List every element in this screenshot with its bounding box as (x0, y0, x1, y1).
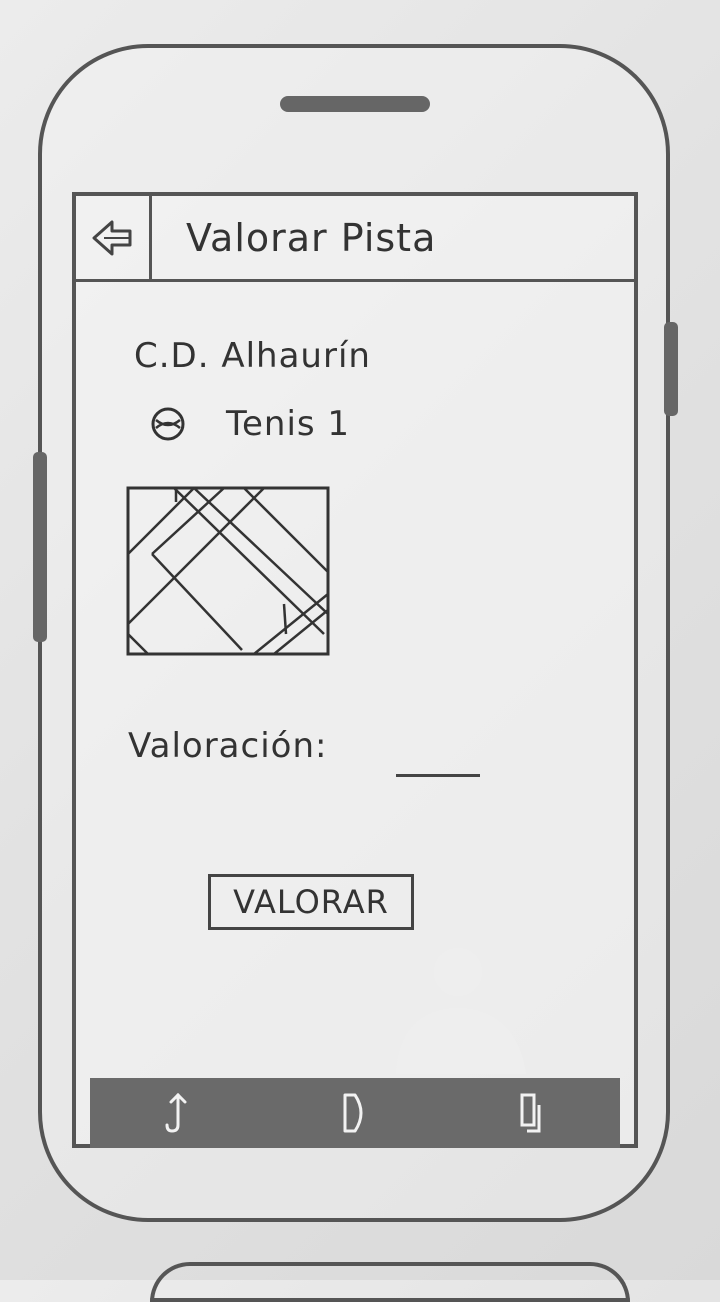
app-bar: Valorar Pista (76, 196, 634, 282)
tennis-ball-icon (151, 407, 185, 441)
rating-label: Valoración: (128, 726, 328, 766)
page-title: Valorar Pista (186, 216, 437, 260)
phone-power-button (664, 322, 678, 416)
court-info-row: Tenis 1 (150, 404, 350, 444)
rating-input[interactable] (396, 744, 480, 777)
second-phone-frame-edge (150, 1262, 630, 1302)
court-name: Tenis 1 (226, 404, 351, 444)
phone-side-button (33, 452, 47, 642)
back-nav-icon (165, 1092, 187, 1133)
app-screen: Valorar Pista C.D. Alhaurín Tenis 1 Valo… (72, 192, 638, 1148)
court-image (126, 486, 330, 656)
nav-back-button[interactable] (148, 1085, 208, 1141)
back-button[interactable] (76, 196, 152, 279)
arrow-left-icon (92, 220, 131, 255)
club-name: C.D. Alhaurín (134, 336, 371, 376)
user-watermark-icon (396, 948, 526, 1074)
recent-apps-icon (520, 1093, 541, 1133)
home-nav-icon (343, 1093, 363, 1133)
nav-home-button[interactable] (325, 1085, 385, 1141)
rate-button[interactable]: VALORAR (208, 874, 414, 930)
phone-speaker (280, 96, 430, 112)
nav-recent-apps-button[interactable] (502, 1085, 562, 1141)
system-nav-bar (90, 1078, 620, 1148)
